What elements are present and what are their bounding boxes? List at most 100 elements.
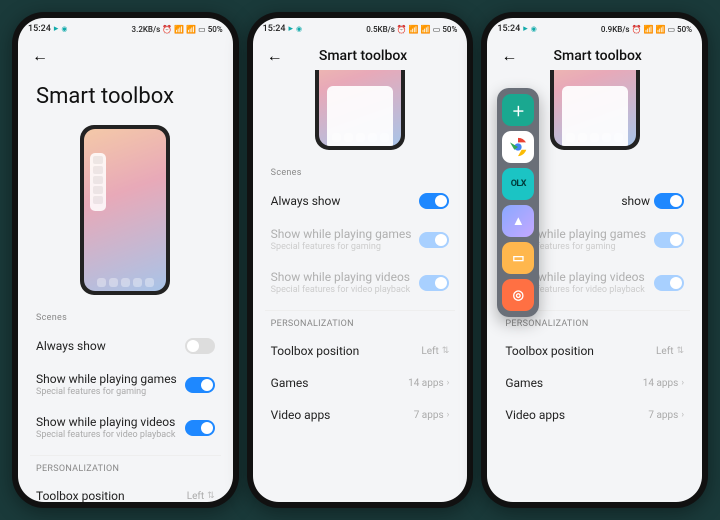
row-always-show[interactable]: Always show xyxy=(269,184,452,218)
row-games[interactable]: Show while playing games Special feature… xyxy=(34,363,217,406)
back-icon[interactable]: ← xyxy=(32,46,48,66)
page-title: Smart toolbox xyxy=(18,70,233,119)
row-label: Games xyxy=(271,376,408,390)
toggle-games[interactable] xyxy=(185,377,215,393)
wifi-icon: 📶 xyxy=(656,25,666,34)
row-video-apps[interactable]: Video apps 7 apps› xyxy=(269,399,452,431)
divider xyxy=(30,455,221,456)
signal-icon: 📶 xyxy=(644,25,654,34)
page-title: Smart toolbox xyxy=(273,48,454,64)
row-label: Toolbox position xyxy=(36,489,187,502)
row-toolbox-position[interactable]: Toolbox position Left⇅ xyxy=(503,335,686,367)
row-always-show[interactable]: Always show xyxy=(34,329,217,363)
battery-icon: ▭ xyxy=(667,25,675,34)
toolbox-gallery-icon[interactable]: ▲ xyxy=(502,205,534,237)
alarm-icon: ⏰ xyxy=(397,25,407,34)
row-label: Show while playing games xyxy=(271,227,420,241)
toggle-always-show[interactable] xyxy=(654,193,684,209)
chevron-right-icon: › xyxy=(447,410,450,420)
toolbox-add-icon[interactable]: ＋ xyxy=(502,94,534,126)
toggle-games xyxy=(654,232,684,248)
row-value: 7 apps xyxy=(648,410,678,421)
signal-icon: 📶 xyxy=(409,25,419,34)
phone-frame-2: 15:24 ▸ ◉ 0.5KB/s ⏰ 📶 📶 ▭ 50% ← Smart to… xyxy=(247,12,474,508)
toggle-videos xyxy=(654,275,684,291)
play-icon: ▸ xyxy=(523,24,528,34)
row-value: 14 apps xyxy=(408,378,444,389)
row-games-apps[interactable]: Games 14 apps› xyxy=(269,367,452,399)
status-bar: 15:24 ▸ ◉ 3.2KB/s ⏰ 📶 📶 ▭ 50% xyxy=(18,18,233,40)
toolbox-chrome-icon[interactable] xyxy=(502,131,534,163)
row-video-apps[interactable]: Video apps 7 apps› xyxy=(503,399,686,431)
row-toolbox-position[interactable]: Toolbox position Left⇅ xyxy=(269,335,452,367)
updown-icon: ⇅ xyxy=(207,491,215,501)
section-personalization: PERSONALIZATION xyxy=(271,319,450,329)
row-videos: Show while playing videos Special featur… xyxy=(269,261,452,304)
status-bar: 15:24 ▸ ◉ 0.5KB/s ⏰ 📶 📶 ▭ 50% xyxy=(253,18,468,40)
toolbox-app-icon[interactable]: ◎ xyxy=(502,279,534,311)
updown-icon: ⇅ xyxy=(676,346,684,356)
row-label: Always show xyxy=(36,339,185,353)
toggle-always-show[interactable] xyxy=(419,193,449,209)
row-label: Always show xyxy=(271,194,420,208)
row-value: Left xyxy=(187,491,204,502)
divider xyxy=(265,310,456,311)
wifi-icon: 📶 xyxy=(186,25,196,34)
row-sub: Special features for gaming xyxy=(271,242,420,252)
updown-icon: ⇅ xyxy=(442,346,450,356)
preview-device xyxy=(315,70,405,150)
battery-icon: ▭ xyxy=(433,25,441,34)
status-time: 15:24 xyxy=(28,24,51,34)
section-scenes: Scenes xyxy=(271,168,450,178)
battery-pct: 50% xyxy=(442,25,457,34)
chevron-right-icon: › xyxy=(681,378,684,388)
row-toolbox-position[interactable]: Toolbox position Left⇅ xyxy=(34,480,217,502)
app-badge-icon: ◉ xyxy=(296,25,302,33)
row-value: Left xyxy=(421,346,438,357)
floating-toolbox[interactable]: ＋ OLX ▲ ▭ ◎ xyxy=(497,88,539,317)
app-badge-icon: ◉ xyxy=(531,25,537,33)
battery-pct: 50% xyxy=(677,25,692,34)
net-speed: 3.2KB/s xyxy=(132,25,161,34)
row-sub: Special features for video playback xyxy=(36,430,185,440)
row-label: Games xyxy=(505,376,642,390)
row-value: 7 apps xyxy=(414,410,444,421)
net-speed: 0.5KB/s xyxy=(366,25,395,34)
row-sub: Special features for gaming xyxy=(36,387,185,397)
row-videos[interactable]: Show while playing videos Special featur… xyxy=(34,406,217,449)
toggle-games xyxy=(419,232,449,248)
preview-device xyxy=(80,125,170,295)
row-value: Left xyxy=(656,346,673,357)
section-personalization: PERSONALIZATION xyxy=(505,319,684,329)
preview-toolbar-icon xyxy=(90,153,106,211)
screen-2: 15:24 ▸ ◉ 0.5KB/s ⏰ 📶 📶 ▭ 50% ← Smart to… xyxy=(253,18,468,502)
row-label: Show while playing videos xyxy=(36,415,185,429)
header: ← Smart toolbox xyxy=(487,40,702,70)
header: ← xyxy=(18,40,233,70)
page-title: Smart toolbox xyxy=(507,48,688,64)
row-games-apps[interactable]: Games 14 apps› xyxy=(503,367,686,399)
header: ← Smart toolbox xyxy=(253,40,468,70)
screen-1: 15:24 ▸ ◉ 3.2KB/s ⏰ 📶 📶 ▭ 50% ← Smart to… xyxy=(18,18,233,502)
chevron-right-icon: › xyxy=(681,410,684,420)
screen-3: 15:24 ▸ ◉ 0.9KB/s ⏰ 📶 📶 ▭ 50% ← Smart to… xyxy=(487,18,702,502)
toggle-videos xyxy=(419,275,449,291)
row-label: Video apps xyxy=(505,408,648,422)
battery-pct: 50% xyxy=(208,25,223,34)
toggle-videos[interactable] xyxy=(185,420,215,436)
status-bar: 15:24 ▸ ◉ 0.9KB/s ⏰ 📶 📶 ▭ 50% xyxy=(487,18,702,40)
preview-device xyxy=(550,70,640,150)
phone-frame-1: 15:24 ▸ ◉ 3.2KB/s ⏰ 📶 📶 ▭ 50% ← Smart to… xyxy=(12,12,239,508)
wifi-icon: 📶 xyxy=(421,25,431,34)
play-icon: ▸ xyxy=(54,24,59,34)
row-label: Show while playing games xyxy=(36,372,185,386)
status-time: 15:24 xyxy=(263,24,286,34)
battery-icon: ▭ xyxy=(198,25,206,34)
phone-frame-3: 15:24 ▸ ◉ 0.9KB/s ⏰ 📶 📶 ▭ 50% ← Smart to… xyxy=(481,12,708,508)
net-speed: 0.9KB/s xyxy=(601,25,630,34)
toggle-always-show[interactable] xyxy=(185,338,215,354)
row-label: Toolbox position xyxy=(505,344,656,358)
toolbox-olx-icon[interactable]: OLX xyxy=(502,168,534,200)
toolbox-files-icon[interactable]: ▭ xyxy=(502,242,534,274)
row-label: Video apps xyxy=(271,408,414,422)
